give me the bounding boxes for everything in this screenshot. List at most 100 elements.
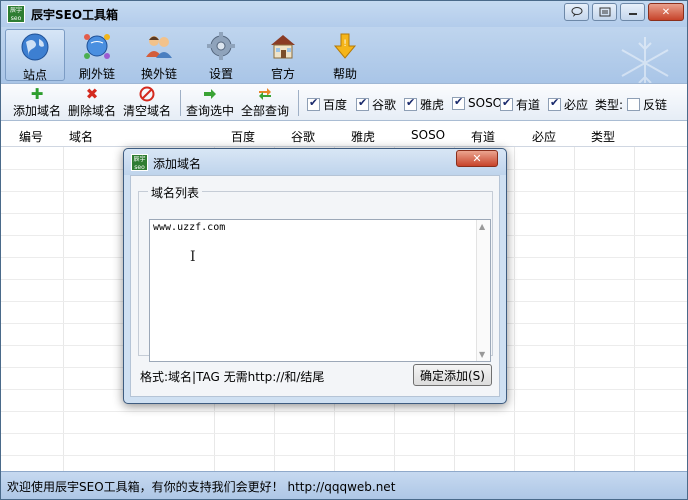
checkbox-yahoo-label: 雅虎 <box>420 98 445 112</box>
type-label: 类型: <box>595 96 623 113</box>
dialog-body: www.uzzf.com I ▲ ▼ 域名列表 格式:域名|TAG 无需http… <box>130 175 500 397</box>
toolbar-brush-links-label: 刷外链 <box>78 67 115 81</box>
checkbox-youdao[interactable]: 有道 <box>500 96 540 113</box>
toolbar-site[interactable]: 站点 <box>5 29 65 82</box>
checkbox-bing-box[interactable] <box>548 96 561 111</box>
title-bar[interactable]: 辰宇 seo 辰宇SEO工具箱 ✕ <box>1 1 687 27</box>
window-menu-icon <box>599 7 610 17</box>
users-icon <box>146 36 172 58</box>
grid-header: 编号 域名 百度 谷歌 雅虎 SOSO 有道 必应 类型 <box>1 125 687 147</box>
house-icon <box>271 35 295 59</box>
skin-button[interactable] <box>564 3 589 21</box>
toolbar-exchange-links-label: 换外链 <box>140 67 177 81</box>
toolbar-exchange-links[interactable]: 换外链 <box>129 29 189 81</box>
checkbox-google[interactable]: 谷歌 <box>356 96 396 113</box>
grid-column-divider <box>514 147 515 471</box>
main-toolbar: 站点 刷外链 换外链 设置 官方 ! 帮助 <box>1 27 687 89</box>
query-selected-label: 查询选中 <box>186 104 235 118</box>
scroll-down-icon[interactable]: ▼ <box>479 350 485 359</box>
no-entry-icon <box>139 86 155 102</box>
clear-domain-button[interactable]: 清空域名 <box>123 86 171 119</box>
toolbar-site-label: 站点 <box>22 68 47 82</box>
checkbox-soso-label: SOSO <box>468 96 503 110</box>
dialog-close-button[interactable]: ✕ <box>456 150 498 167</box>
checkbox-bing[interactable]: 必应 <box>548 96 588 113</box>
confirm-add-button[interactable]: 确定添加(S) <box>413 364 492 386</box>
gear-icon <box>207 32 235 60</box>
add-domain-dialog: 辰宇 seo 添加域名 ✕ www.uzzf.com I ▲ ▼ 域名列表 格式… <box>123 148 507 404</box>
delete-domain-button[interactable]: ✖ 删除域名 <box>68 86 116 119</box>
checkbox-bing-label: 必应 <box>564 98 589 112</box>
grid-column-divider <box>574 147 575 471</box>
format-hint: 格式:域名|TAG 无需http://和/结尾 <box>140 370 325 384</box>
delete-x-icon: ✖ <box>85 85 99 103</box>
clear-domain-label: 清空域名 <box>123 104 172 118</box>
column-header-baidu[interactable]: 百度 <box>231 128 255 145</box>
svg-text:!: ! <box>343 39 347 49</box>
checkbox-baidu[interactable]: 百度 <box>307 96 347 113</box>
checkbox-reverse-link-label: 反链 <box>643 98 668 112</box>
green-arrow-icon <box>202 86 218 102</box>
query-selected-button[interactable]: 查询选中 <box>186 86 234 119</box>
grid-row-line <box>1 411 687 412</box>
refresh-arrows-icon <box>257 86 273 102</box>
menu-button[interactable] <box>592 3 617 21</box>
help-arrow-icon: ! <box>333 33 357 59</box>
domain-list-textarea[interactable]: www.uzzf.com I ▲ ▼ <box>149 219 491 362</box>
domain-list-group-label: 域名列表 <box>148 184 203 201</box>
chat-bubble-icon <box>571 7 582 17</box>
status-bar: 欢迎使用辰宇SEO工具箱，有你的支持我们会更好！ http://qqqweb.n… <box>1 471 687 499</box>
sub-toolbar: ✚ 添加域名 ✖ 删除域名 清空域名 查询选中 全部查询 ✔ 百度 ✔ 谷歌 ✔… <box>1 83 687 121</box>
status-text: 欢迎使用辰宇SEO工具箱，有你的支持我们会更好！ http://qqqweb.n… <box>7 480 396 494</box>
toolbar-separator <box>180 90 181 116</box>
globe-icon <box>21 33 49 61</box>
domain-list-text: www.uzzf.com <box>153 222 226 233</box>
add-domain-label: 添加域名 <box>13 104 62 118</box>
column-header-bing[interactable]: 必应 <box>532 128 556 145</box>
toolbar-settings-label: 设置 <box>208 67 233 81</box>
column-header-soso[interactable]: SOSO <box>411 128 445 142</box>
network-globe-icon <box>84 34 110 59</box>
grid-column-divider <box>634 147 635 471</box>
checkbox-baidu-box[interactable] <box>307 96 320 111</box>
query-all-button[interactable]: 全部查询 <box>241 86 289 119</box>
checkbox-reverse-link-box[interactable] <box>627 98 640 111</box>
minimize-icon <box>628 13 637 15</box>
checkbox-soso[interactable]: SOSO <box>452 95 503 110</box>
scroll-up-icon[interactable]: ▲ <box>479 222 485 231</box>
checkbox-yahoo-box[interactable] <box>404 96 417 111</box>
grid-row-line <box>1 455 687 456</box>
column-header-yahoo[interactable]: 雅虎 <box>351 128 375 145</box>
textarea-scrollbar[interactable]: ▲ ▼ <box>476 220 490 361</box>
add-domain-button[interactable]: ✚ 添加域名 <box>13 86 61 119</box>
close-button[interactable]: ✕ <box>648 3 684 21</box>
app-logo: 辰宇 seo <box>7 5 25 23</box>
query-all-label: 全部查询 <box>241 104 290 118</box>
column-header-google[interactable]: 谷歌 <box>291 128 315 145</box>
column-header-id[interactable]: 编号 <box>19 128 43 145</box>
checkbox-reverse-link[interactable]: 反链 <box>627 96 667 113</box>
type-label-text: 类型: <box>595 98 624 112</box>
dialog-app-icon: 辰宇 seo <box>131 154 148 171</box>
toolbar-help-label: 帮助 <box>332 67 357 81</box>
column-header-youdao[interactable]: 有道 <box>471 128 495 145</box>
checkbox-soso-box[interactable] <box>452 95 465 110</box>
toolbar-brush-links[interactable]: 刷外链 <box>67 29 127 81</box>
checkbox-google-box[interactable] <box>356 96 369 111</box>
toolbar-official[interactable]: 官方 <box>253 29 313 81</box>
toolbar-settings[interactable]: 设置 <box>191 29 251 81</box>
checkbox-youdao-box[interactable] <box>500 96 513 111</box>
dialog-title-bar[interactable]: 辰宇 seo 添加域名 ✕ <box>124 149 506 175</box>
toolbar-help[interactable]: ! 帮助 <box>315 29 375 81</box>
checkbox-yahoo[interactable]: 雅虎 <box>404 96 444 113</box>
minimize-button[interactable] <box>620 3 645 21</box>
grid-column-divider <box>63 147 64 471</box>
text-cursor-icon: I <box>190 249 196 265</box>
grid-row-line <box>1 433 687 434</box>
checkbox-youdao-label: 有道 <box>516 98 541 112</box>
app-title: 辰宇SEO工具箱 <box>31 8 119 22</box>
column-header-domain[interactable]: 域名 <box>69 128 93 145</box>
toolbar-official-label: 官方 <box>270 67 295 81</box>
domain-list-group: www.uzzf.com I ▲ ▼ <box>138 191 493 362</box>
column-header-type[interactable]: 类型 <box>591 128 615 145</box>
